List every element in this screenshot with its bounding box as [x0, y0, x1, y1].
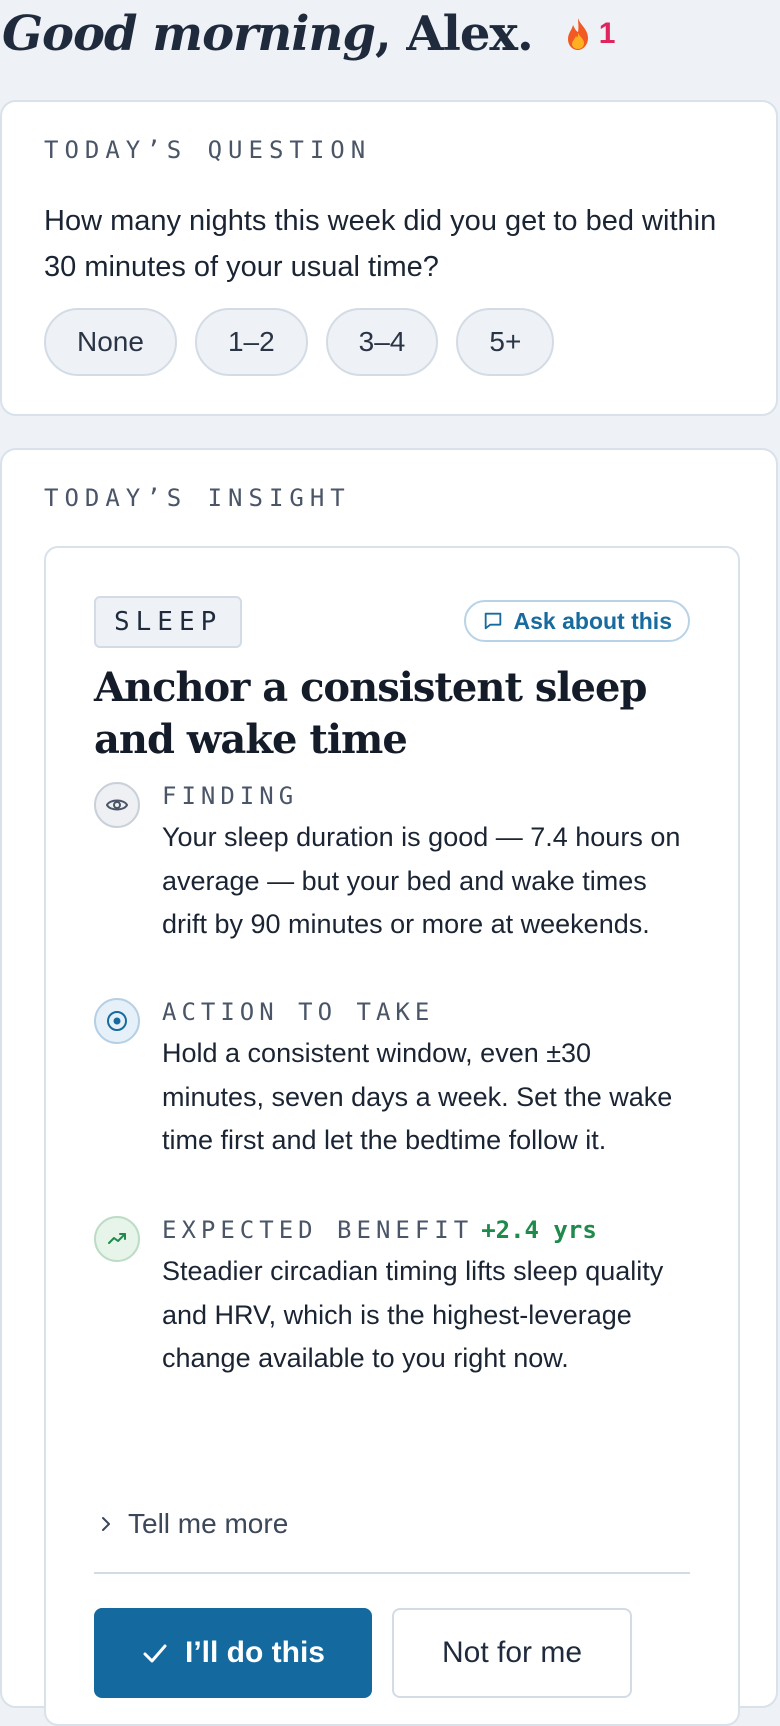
- question-card: TODAY’S QUESTION How many nights this we…: [0, 100, 778, 416]
- divider: [94, 1572, 690, 1574]
- insight-title: Anchor a consistent sleep and wake time: [94, 664, 647, 763]
- greeting-text: Good morning: [2, 6, 376, 62]
- benefit-text: Steadier circadian timing lifts sleep qu…: [162, 1256, 664, 1373]
- question-eyebrow: TODAY’S QUESTION: [44, 136, 372, 164]
- insight-card: TODAY’S INSIGHT SLEEP Ask about this Anc…: [0, 448, 778, 1726]
- answer-option-5-plus[interactable]: 5+: [456, 308, 555, 376]
- action-text: Hold a consistent window, even ±30 minut…: [162, 1038, 673, 1155]
- question-text: How many nights this week did you get to…: [44, 205, 717, 283]
- finding-label: FINDING: [162, 782, 299, 810]
- flame-icon: [567, 18, 588, 50]
- decline-label: Not for me: [441, 1636, 583, 1669]
- check-icon: [143, 1644, 167, 1663]
- insight-panel: SLEEP Ask about this Anchor a consistent…: [44, 546, 740, 1726]
- benefit-gain: +2.4 yrs: [481, 1216, 597, 1244]
- streak-indicator: 1: [563, 4, 616, 64]
- answer-option-none[interactable]: None: [44, 308, 177, 376]
- benefit-label: EXPECTED BENEFIT: [162, 1216, 474, 1244]
- answer-option-1-2[interactable]: 1–2: [194, 308, 308, 376]
- chat-bubble-icon: [484, 612, 501, 630]
- finding-text: Your sleep duration is good — 7.4 hours …: [162, 822, 681, 939]
- answer-options: None 1–2 3–4 5+: [44, 308, 555, 376]
- streak-count: 1: [598, 17, 616, 50]
- category-tag: SLEEP: [94, 596, 243, 648]
- chevron-right-icon: [102, 1517, 110, 1531]
- action-label: ACTION TO TAKE: [162, 998, 435, 1026]
- accept-button[interactable]: I’ll do this: [94, 1608, 372, 1698]
- ask-about-this-label: Ask about this: [513, 607, 672, 634]
- tell-me-more-label: Tell me more: [128, 1508, 289, 1539]
- benefit-label-row: EXPECTED BENEFIT +2.4 yrs: [162, 1216, 597, 1244]
- accept-label: I’ll do this: [185, 1636, 325, 1669]
- greeting-header: Good morning, Alex. 1: [2, 4, 615, 64]
- insight-eyebrow: TODAY’S INSIGHT: [44, 484, 351, 512]
- trending-up-icon: [94, 1216, 140, 1262]
- target-icon: [94, 998, 140, 1044]
- ask-about-this-button[interactable]: Ask about this: [463, 600, 690, 642]
- eye-icon: [94, 782, 140, 828]
- user-name: , Alex.: [374, 6, 534, 62]
- decline-button[interactable]: Not for me: [392, 1608, 632, 1698]
- answer-option-3-4[interactable]: 3–4: [325, 308, 439, 376]
- tell-me-more-toggle[interactable]: Tell me more: [98, 1508, 288, 1540]
